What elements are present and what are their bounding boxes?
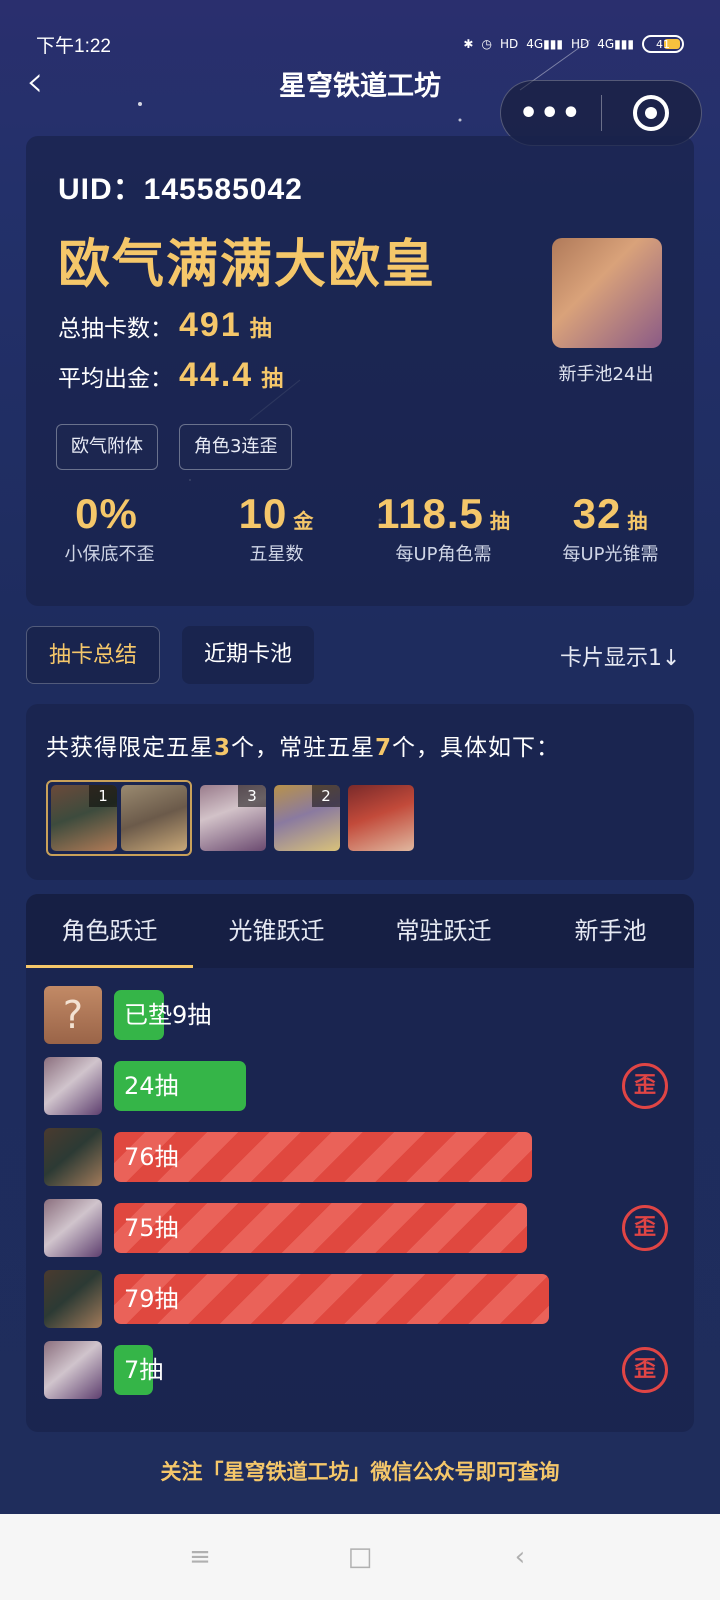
- tab-recent-pools[interactable]: 近期卡池: [182, 626, 315, 684]
- pull-count-bar: 75抽: [114, 1203, 527, 1253]
- footer-note: 关注「星穹铁道工坊」微信公众号即可查询: [160, 1460, 560, 1484]
- profile-card: UID：145585042 欧气满满大欧皇 总抽卡数： 491 抽 平均出金： …: [26, 136, 694, 606]
- tab-character-warp[interactable]: 角色跃迁: [26, 894, 193, 968]
- close-miniprogram-button[interactable]: [602, 95, 702, 131]
- nav-bar: ‹ 星穹铁道工坊 •••: [0, 56, 720, 146]
- thumbnail-count: 1: [89, 785, 117, 807]
- pull-row: 76抽: [26, 1128, 694, 1199]
- character-thumbnail[interactable]: 3: [200, 785, 266, 851]
- card-display-toggle[interactable]: 卡片显示1↓: [560, 640, 680, 672]
- status-icons: ✱ ◷ HD 4G▮▮▮ HD 4G▮▮▮ 41: [463, 35, 684, 53]
- summary-suffix: 个，具体如下：: [392, 735, 561, 761]
- avatar-caption: 新手池24出: [558, 364, 654, 385]
- menu-icon[interactable]: ≡: [180, 1542, 220, 1572]
- bluetooth-icon: ✱: [463, 37, 474, 51]
- stat-value: 0%: [75, 490, 138, 537]
- tag-badge: 角色3连歪: [179, 424, 293, 470]
- target-icon: [633, 95, 670, 131]
- tab-beginner-warp[interactable]: 新手池: [527, 894, 694, 968]
- luck-title: 欧气满满大欧皇: [58, 235, 437, 295]
- stat-no-lose-rate: 0% 小保底不歪: [26, 490, 193, 580]
- avg-pulls-line: 平均出金： 44.4 抽: [58, 356, 283, 395]
- avg-pulls-unit: 抽: [261, 367, 284, 392]
- uid-label: UID：145585042: [58, 173, 303, 206]
- summary-text: 共获得限定五星3个，常驻五星7个，具体如下：: [46, 728, 560, 762]
- status-time: 下午1:22: [36, 35, 111, 57]
- character-avatar: [44, 1057, 102, 1115]
- summary-card: 共获得限定五星3个，常驻五星7个，具体如下： 1 3 2: [26, 704, 694, 880]
- pull-count-bar: 7抽: [114, 1345, 163, 1395]
- avg-pulls-value: 44.4: [179, 356, 254, 394]
- stat-value: 32: [572, 490, 622, 537]
- stat-label: 小保底不歪: [64, 544, 155, 565]
- avg-pulls-label: 平均出金：: [58, 366, 173, 392]
- standard-count: 7: [375, 735, 393, 761]
- lost-5050-stamp-icon: 歪: [622, 1347, 668, 1393]
- thumbnail-count: 3: [238, 785, 266, 807]
- character-avatar: [44, 1341, 102, 1399]
- stat-label: 每UP光锥需: [562, 544, 659, 565]
- more-options-button[interactable]: •••: [501, 96, 601, 131]
- tab-lightcone-warp[interactable]: 光锥跃迁: [193, 894, 360, 968]
- stat-unit: 抽: [489, 511, 511, 533]
- pull-row: 75抽 歪: [26, 1199, 694, 1270]
- home-icon[interactable]: □: [340, 1542, 380, 1572]
- stats-row: 0% 小保底不歪 10 金 五星数 118.5 抽 每UP角色需 32 抽 每UP光锥…: [26, 490, 694, 580]
- pull-count-bar: 79抽: [114, 1274, 549, 1324]
- character-thumbnail[interactable]: [348, 785, 414, 851]
- pull-count-bar: 24抽: [114, 1061, 246, 1111]
- stat-unit: 金: [293, 511, 315, 533]
- stat-unit: 抽: [627, 511, 649, 533]
- pull-count-bar: 已垫9抽: [114, 990, 211, 1040]
- character-avatar: [552, 238, 662, 348]
- character-avatar: [44, 1199, 102, 1257]
- stat-label: 每UP角色需: [395, 544, 492, 565]
- total-pulls-unit: 抽: [249, 317, 272, 342]
- alarm-icon: ◷: [481, 37, 492, 51]
- character-thumbnail[interactable]: 1: [51, 785, 117, 851]
- tab-summary[interactable]: 抽卡总结: [26, 626, 161, 684]
- stat-five-star-count: 10 金 五星数: [193, 490, 360, 580]
- back-icon[interactable]: ‹: [500, 1542, 540, 1572]
- five-star-thumbnails: 1 3 2: [46, 780, 414, 856]
- thumbnail-count: 2: [312, 785, 340, 807]
- pull-count-bar: 76抽: [114, 1132, 532, 1182]
- tag-badge: 欧气附体: [56, 424, 158, 470]
- limited-count: 3: [214, 735, 232, 761]
- lost-5050-stamp-icon: 歪: [622, 1205, 668, 1251]
- pull-history-list: ? 已垫9抽 24抽歪 76抽 75抽歪 79抽 7抽歪: [26, 986, 694, 1412]
- stat-label: 五星数: [249, 544, 304, 565]
- pull-row: 24抽 歪: [26, 1057, 694, 1128]
- summary-middle: 个，常驻五星: [231, 735, 376, 761]
- pull-row: 79抽: [26, 1270, 694, 1341]
- thumbnail-group[interactable]: 1: [46, 780, 192, 856]
- stat-value: 10: [238, 490, 288, 537]
- total-pulls-value: 491: [179, 306, 242, 344]
- signal-4g-icon: 4G▮▮▮: [526, 37, 563, 51]
- pull-row: 7抽 歪: [26, 1341, 694, 1412]
- character-avatar: [44, 1128, 102, 1186]
- battery-icon: 41: [642, 35, 684, 53]
- stat-per-up-lightcone: 32 抽 每UP光锥需: [527, 490, 694, 580]
- warp-history-card: 角色跃迁 光锥跃迁 常驻跃迁 新手池 ? 已垫9抽 24抽歪 76抽 75抽歪 79抽 7抽…: [26, 894, 694, 1432]
- total-pulls-label: 总抽卡数：: [58, 316, 173, 342]
- total-pulls-line: 总抽卡数： 491 抽: [58, 306, 272, 345]
- signal-4g-icon: 4G▮▮▮: [597, 37, 634, 51]
- system-nav-bar: ≡ □ ‹: [0, 1514, 720, 1600]
- stat-value: 118.5: [376, 490, 484, 537]
- character-avatar: [44, 1270, 102, 1328]
- summary-prefix: 共获得限定五星: [46, 735, 214, 761]
- unknown-character-avatar: ?: [44, 986, 102, 1044]
- stat-per-up-character: 118.5 抽 每UP角色需: [360, 490, 527, 580]
- character-thumbnail[interactable]: 2: [274, 785, 340, 851]
- pull-row: ? 已垫9抽: [26, 986, 694, 1057]
- hd-icon: HD: [499, 37, 519, 51]
- lost-5050-stamp-icon: 歪: [622, 1063, 668, 1109]
- lightcone-thumbnail[interactable]: [121, 785, 187, 851]
- warp-type-tabs: 角色跃迁 光锥跃迁 常驻跃迁 新手池: [26, 894, 694, 968]
- hd-icon: HD: [570, 37, 590, 51]
- tab-standard-warp[interactable]: 常驻跃迁: [360, 894, 527, 968]
